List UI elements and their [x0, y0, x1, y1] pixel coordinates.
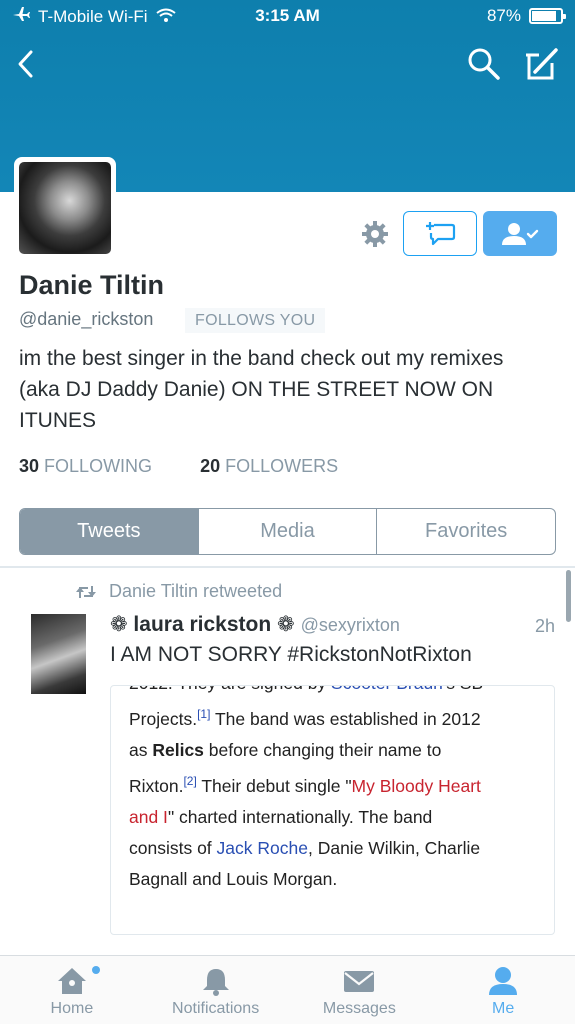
following-stat[interactable]: 30 FOLLOWING: [19, 456, 152, 477]
compose-icon: [526, 48, 558, 80]
avatar-photo: [19, 162, 111, 254]
chevron-left-icon: [18, 50, 33, 78]
battery-percent: 87%: [486, 6, 521, 25]
profile-handle: @danie_rickston: [19, 309, 154, 329]
media-text: " charted internationally. The band: [167, 806, 433, 827]
tabbar-messages-label: Messages: [322, 1000, 396, 1017]
media-text: 2012. They are signed by: [129, 686, 331, 693]
tweet-author-name: ❁ laura rickston ❁: [110, 613, 295, 636]
retweet-indicator: Danie Tiltin retweeted: [75, 581, 282, 602]
tabbar-notifications[interactable]: Notifications: [144, 956, 288, 1024]
tweet-timestamp: 2h: [534, 616, 555, 636]
tabbar-me-label: Me: [492, 1000, 515, 1017]
media-citation: [1]: [197, 707, 211, 721]
following-button[interactable]: [483, 211, 557, 256]
message-plus-icon: [426, 221, 456, 245]
tweet-media-image[interactable]: 2012. They are signed by Scooter Braun's…: [110, 685, 555, 935]
profile-avatar[interactable]: [14, 157, 116, 259]
tabbar-messages[interactable]: Messages: [288, 956, 432, 1024]
search-icon: [468, 48, 500, 80]
tweet-author-avatar[interactable]: [31, 614, 86, 694]
tabbar-home[interactable]: Home: [0, 956, 144, 1024]
battery-icon: [529, 8, 566, 24]
home-icon: [57, 968, 86, 994]
settings-button[interactable]: [357, 216, 393, 252]
profile-tabs: Tweets Media Favorites: [19, 508, 556, 555]
tab-media[interactable]: Media: [199, 509, 378, 554]
status-bar: T-Mobile Wi-Fi 3:15 AM 87%: [0, 0, 575, 34]
following-count: 30: [19, 456, 40, 476]
media-bold-text: Relics: [152, 739, 204, 760]
direct-message-button[interactable]: [403, 211, 477, 256]
media-link: Scooter Braun: [331, 686, 443, 693]
search-button[interactable]: [464, 44, 504, 84]
back-button[interactable]: [6, 44, 46, 84]
tabbar-me[interactable]: Me: [431, 956, 575, 1024]
scrollbar[interactable]: [566, 570, 571, 622]
person-check-icon: [502, 222, 539, 245]
compose-button[interactable]: [521, 44, 561, 84]
tabbar-home-label: Home: [50, 1000, 94, 1017]
followers-count: 20: [200, 456, 221, 476]
media-citation: [2]: [183, 773, 197, 788]
gear-icon: [362, 221, 388, 247]
media-text: Their debut single ": [196, 775, 352, 796]
profile-bio: im the best singer in the band check out…: [19, 347, 504, 432]
envelope-icon: [344, 971, 375, 992]
section-divider: [0, 566, 575, 568]
follows-you-badge: FOLLOWS YOU: [185, 308, 326, 333]
media-red-link: and I: [129, 806, 168, 827]
tweet-author[interactable]: ❁ laura rickston ❁ @sexyrixton: [110, 612, 400, 637]
following-label: FOLLOWING: [44, 456, 153, 476]
media-text: Projects.: [129, 708, 198, 729]
tabbar-notifications-label: Notifications: [172, 1000, 260, 1017]
profile-stats: 30 FOLLOWING 20 FOLLOWERS: [19, 456, 338, 477]
media-text: consists of: [129, 837, 217, 858]
person-icon: [489, 967, 518, 995]
tab-tweets[interactable]: Tweets: [20, 509, 199, 554]
media-red-link: My Bloody Heart: [351, 775, 481, 796]
bell-icon: [202, 969, 229, 996]
tweet-author-handle: @sexyrixton: [300, 615, 400, 635]
followers-label: FOLLOWERS: [225, 456, 339, 476]
media-text: Bagnall and Louis Morgan.: [129, 868, 338, 889]
retweet-label: Danie Tiltin retweeted: [109, 581, 283, 601]
media-text: , Danie Wilkin, Charlie: [307, 837, 481, 858]
profile-name: Danie Tiltin: [19, 270, 165, 300]
tab-favorites[interactable]: Favorites: [377, 509, 555, 554]
bottom-tab-bar: Home Notifications Messages Me: [0, 955, 575, 1024]
media-link: Jack Roche: [216, 837, 308, 858]
media-text: as: [129, 739, 153, 760]
media-text: before changing their name to: [203, 739, 442, 760]
media-text: 's SB: [443, 686, 483, 693]
tweet-text: I AM NOT SORRY #RickstonNotRixton: [110, 643, 472, 666]
media-text: The band was established in 2012: [210, 708, 481, 729]
media-text: Rixton.: [129, 775, 184, 796]
followers-stat[interactable]: 20 FOLLOWERS: [200, 456, 338, 477]
new-content-dot: [92, 966, 100, 974]
retweet-icon: [76, 585, 96, 598]
